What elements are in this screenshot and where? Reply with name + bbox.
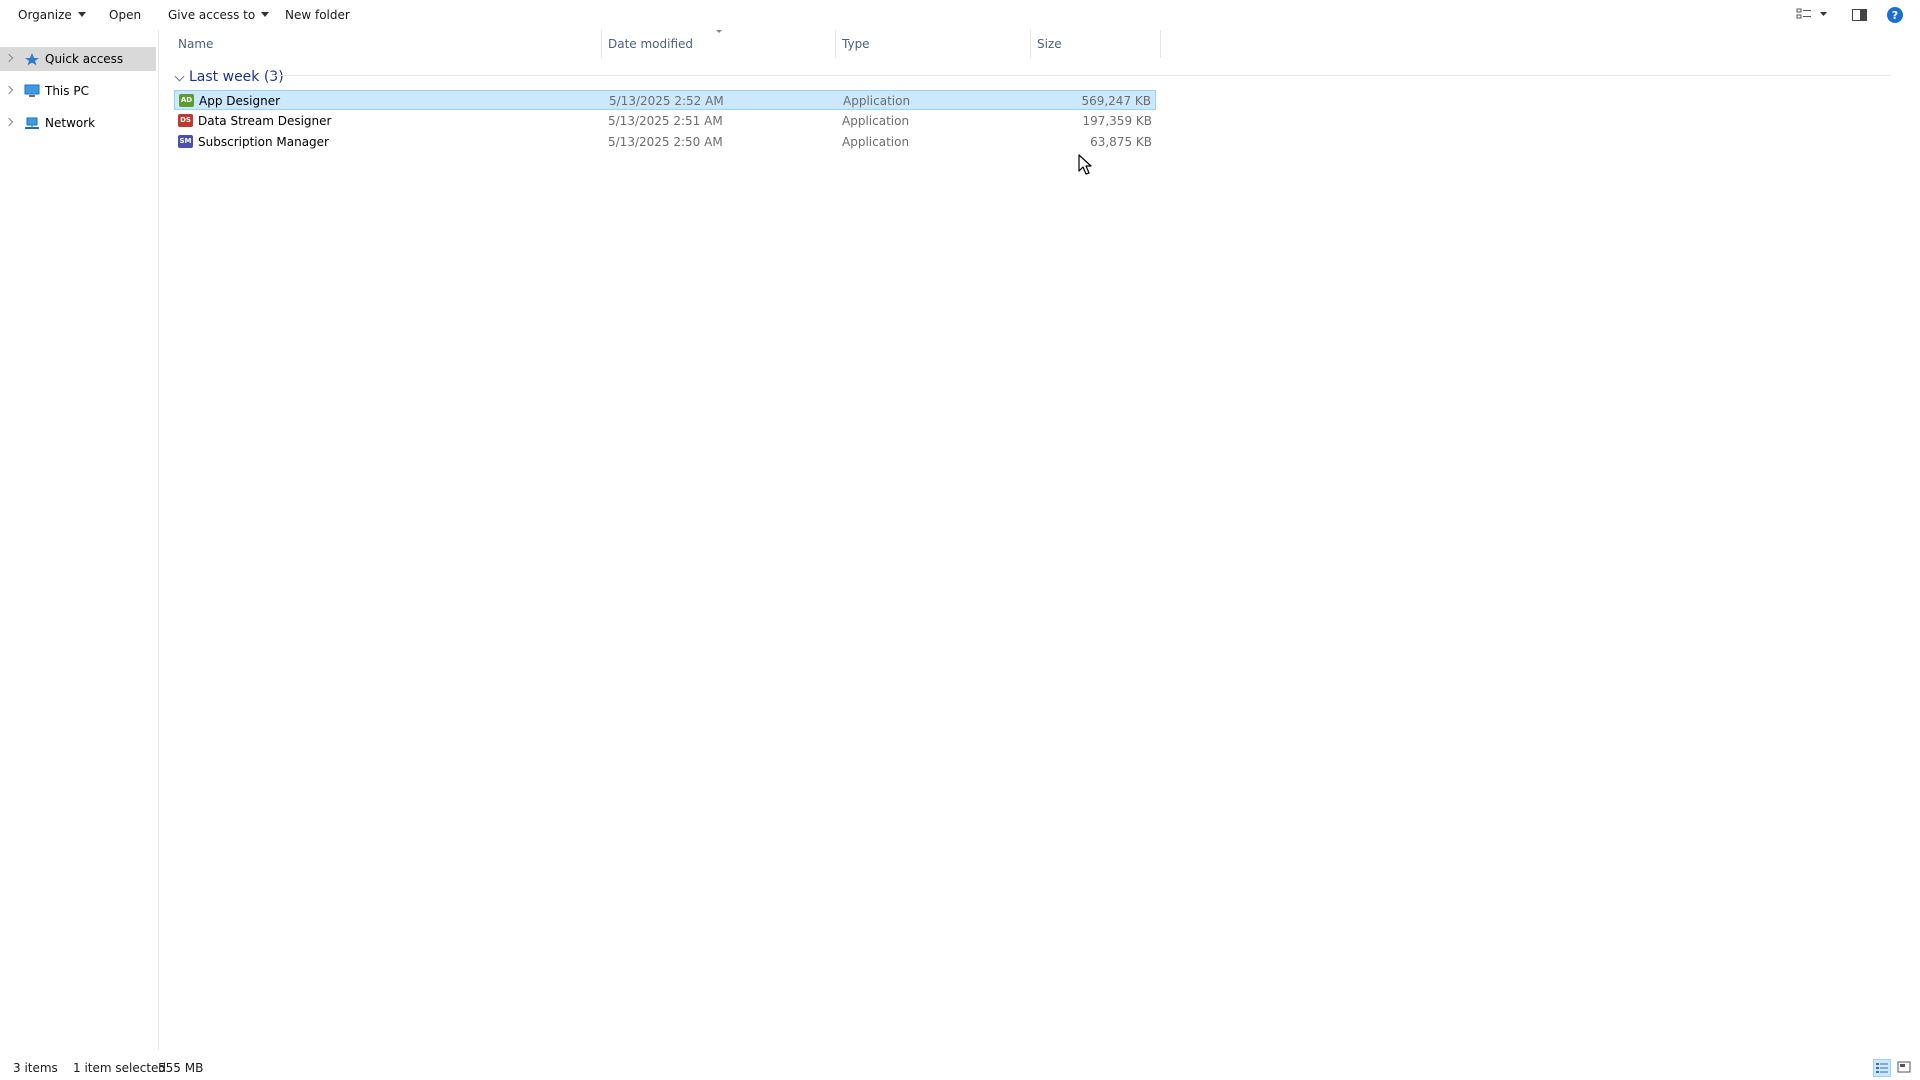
- mouse-cursor-icon: [1078, 154, 1092, 175]
- nav-label: Network: [45, 116, 96, 130]
- give-access-button[interactable]: Give access to: [168, 7, 270, 23]
- file-name: Data Stream Designer: [198, 114, 332, 128]
- status-bar: 3 items 1 item selected 555 MB: [0, 1056, 1920, 1080]
- file-name: Subscription Manager: [198, 135, 329, 149]
- help-icon: ?: [1887, 7, 1903, 23]
- file-row[interactable]: SM Subscription Manager 5/13/2025 2:50 A…: [174, 132, 1156, 152]
- app-designer-icon: AD: [179, 94, 194, 107]
- large-icons-view-icon: [1897, 1061, 1911, 1073]
- chevron-right-icon[interactable]: [4, 117, 14, 127]
- new-folder-label: New folder: [285, 8, 350, 22]
- file-date: 5/13/2025 2:50 AM: [608, 135, 723, 149]
- star-pin-icon: [25, 53, 39, 66]
- chevron-right-icon[interactable]: [4, 53, 14, 63]
- network-icon: [25, 117, 39, 129]
- selection-count: 1 item selected: [73, 1061, 167, 1075]
- chevron-down-icon: [174, 71, 185, 82]
- selection-size: 555 MB: [158, 1061, 204, 1075]
- nav-item-network[interactable]: Network: [0, 111, 156, 135]
- give-access-label: Give access to: [168, 8, 256, 22]
- help-button[interactable]: ?: [1886, 6, 1904, 27]
- group-header-label: Last week (3): [189, 69, 284, 85]
- column-header-date[interactable]: Date modified: [602, 30, 836, 58]
- preview-pane-icon: [1852, 9, 1867, 21]
- large-icons-view-button[interactable]: [1896, 1059, 1914, 1077]
- view-list-icon: [1796, 8, 1827, 19]
- nav-label: This PC: [45, 84, 89, 98]
- column-header-label: Size: [1037, 37, 1062, 51]
- preview-pane-button[interactable]: [1851, 6, 1869, 27]
- data-stream-designer-icon: DS: [178, 114, 193, 127]
- file-size: 197,359 KB: [1082, 114, 1152, 128]
- file-date: 5/13/2025 2:52 AM: [609, 94, 724, 108]
- computer-icon: [24, 84, 40, 97]
- chevron-down-icon: [77, 12, 86, 17]
- file-row[interactable]: AD App Designer 5/13/2025 2:52 AM Applic…: [174, 90, 1156, 110]
- file-size: 569,247 KB: [1081, 94, 1151, 108]
- item-count: 3 items: [13, 1061, 58, 1075]
- column-header-label: Name: [178, 37, 214, 51]
- file-list-view: Name Date modified Type Size Last week (…: [160, 30, 1920, 1050]
- organize-label: Organize: [18, 8, 72, 22]
- navigation-pane: Quick access This PC Network: [0, 30, 159, 1050]
- open-label: Open: [109, 8, 142, 22]
- file-row[interactable]: DS Data Stream Designer 5/13/2025 2:51 A…: [174, 111, 1156, 131]
- file-type: Application: [842, 135, 910, 149]
- open-button[interactable]: Open: [109, 7, 141, 23]
- new-folder-button[interactable]: New folder: [285, 7, 350, 23]
- file-size: 63,875 KB: [1090, 135, 1152, 149]
- nav-label: Quick access: [45, 52, 124, 66]
- file-type: Application: [842, 114, 910, 128]
- file-type: Application: [843, 94, 911, 108]
- organize-button[interactable]: Organize: [18, 7, 86, 23]
- details-view-icon: [1876, 1063, 1888, 1073]
- svg-text:?: ?: [1892, 9, 1898, 22]
- nav-item-quick-access[interactable]: Quick access: [0, 47, 156, 71]
- column-header-size[interactable]: Size: [1031, 30, 1161, 58]
- file-date: 5/13/2025 2:51 AM: [608, 114, 723, 128]
- nav-item-this-pc[interactable]: This PC: [0, 79, 156, 103]
- subscription-manager-icon: SM: [178, 135, 193, 148]
- details-view-button[interactable]: [1873, 1059, 1891, 1077]
- column-header-label: Type: [842, 37, 870, 51]
- change-view-button[interactable]: [1796, 6, 1830, 27]
- sort-indicator-icon: [716, 30, 722, 33]
- chevron-right-icon[interactable]: [4, 85, 14, 95]
- file-name: App Designer: [199, 94, 281, 108]
- group-divider: [272, 75, 1890, 76]
- column-header-label: Date modified: [608, 37, 694, 51]
- column-header-name[interactable]: Name: [172, 30, 602, 58]
- column-header-type[interactable]: Type: [836, 30, 1031, 58]
- chevron-down-icon: [261, 12, 270, 17]
- command-bar: Organize Open Give access to New folder …: [0, 0, 1920, 30]
